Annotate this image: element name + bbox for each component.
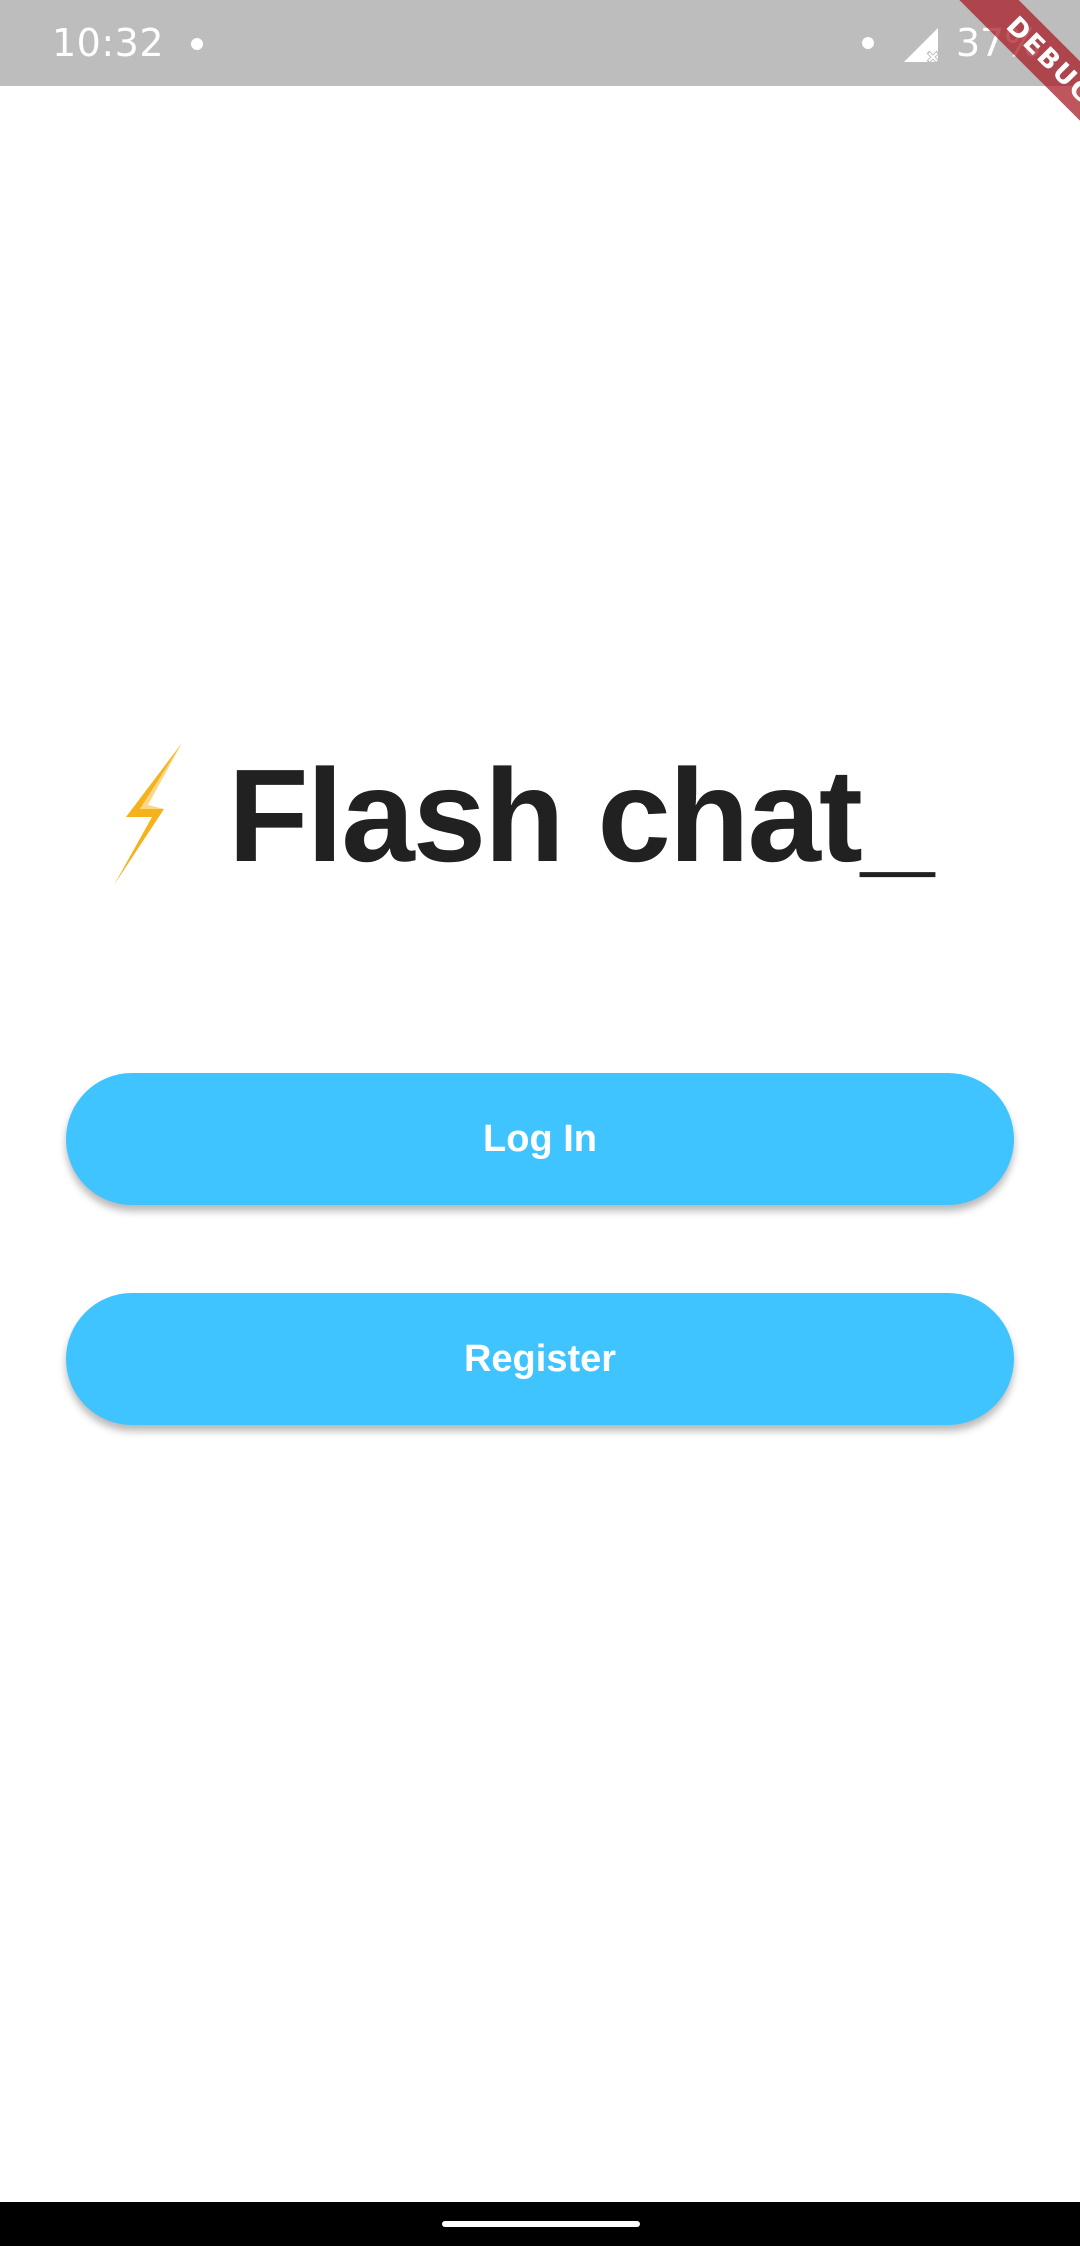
navigation-bar (0, 2202, 1080, 2246)
login-button[interactable]: Log In (66, 1073, 1014, 1205)
status-time: 10:32 (52, 21, 165, 65)
status-dot-icon (862, 37, 874, 49)
home-indicator[interactable] (442, 2221, 640, 2227)
login-button-label: Log In (483, 1117, 597, 1160)
status-bar: 10:32 37% DEBUG (0, 0, 1080, 182)
debug-banner: DEBUG (929, 0, 1080, 182)
hero-header: Flash chat_ (108, 738, 934, 890)
notification-dot-icon (191, 38, 203, 50)
app-title: Flash chat_ (228, 742, 934, 889)
lightning-bolt-icon (114, 743, 182, 885)
signal-no-data-icon (904, 28, 940, 64)
register-button[interactable]: Register (66, 1293, 1014, 1425)
register-button-label: Register (463, 1337, 617, 1380)
